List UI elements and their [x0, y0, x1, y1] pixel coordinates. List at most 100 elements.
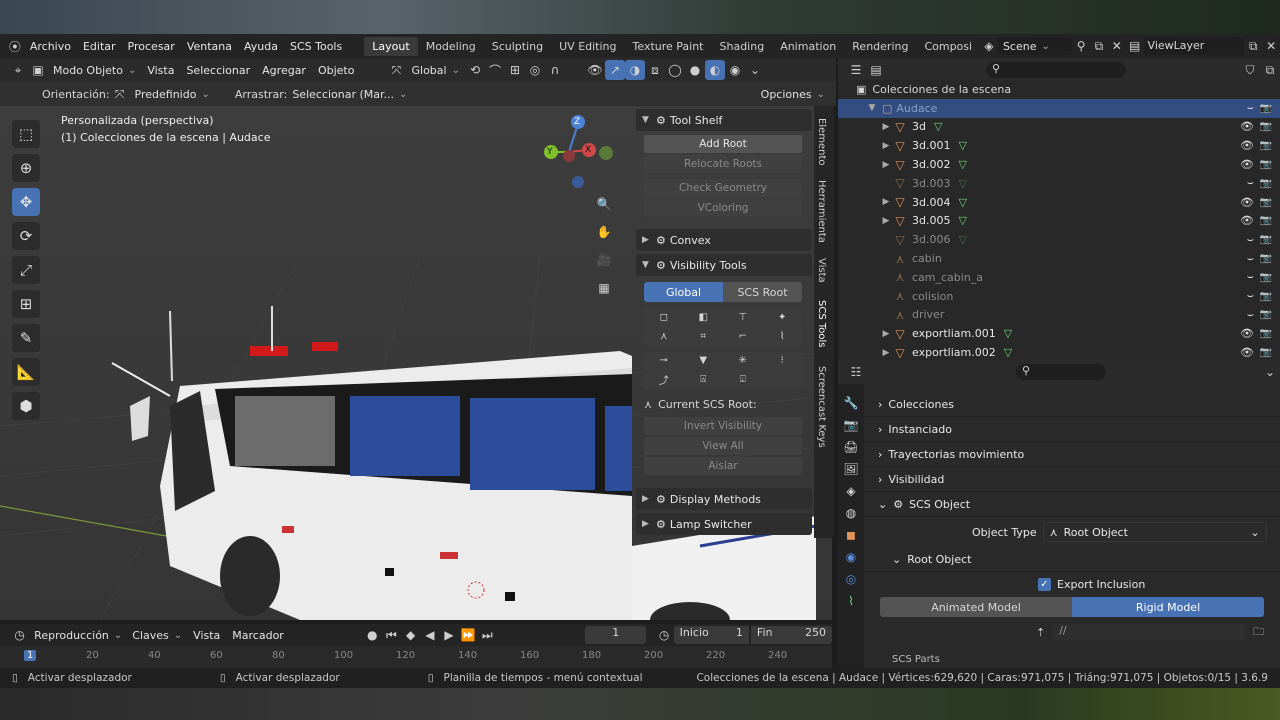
menu-marcador[interactable]: Marcador [226, 629, 290, 642]
menu-agregar[interactable]: Agregar [256, 64, 312, 77]
outliner-item[interactable]: ▶ ▽ 3d.005 ▽ 👁 📷 [838, 212, 1280, 231]
jump-start-icon[interactable]: ⏮ [382, 625, 401, 645]
rotate-icon[interactable]: ⟳ [12, 222, 40, 250]
outliner-item[interactable]: ▽ 3d.003 ▽ ⌣ 📷 [838, 174, 1280, 193]
chevron-right-icon[interactable]: ▶ [880, 329, 892, 339]
tab-scs-tools[interactable]: SCS Tools [816, 300, 827, 348]
new-scene-icon[interactable]: ⧉ [1090, 36, 1108, 56]
eye-icon[interactable]: ⌣ [1247, 252, 1254, 266]
scene-selector[interactable]: Scene [997, 37, 1073, 55]
snap-target-icon[interactable]: ⊞ [505, 60, 525, 80]
mesh-data-icon[interactable]: ▽ [958, 196, 966, 209]
mesh-data-icon[interactable]: ▽ [1004, 327, 1012, 340]
options-dropdown[interactable]: Opciones [756, 88, 830, 101]
shading-options-icon[interactable]: ⌄ [745, 60, 765, 80]
export-path-field[interactable]: // [1053, 624, 1245, 640]
eye-icon[interactable]: 👁 [1240, 327, 1254, 340]
outliner-search-field[interactable]: ⚲ [986, 62, 1126, 78]
eye-icon[interactable]: ⌣ [1247, 289, 1254, 303]
mesh-data-icon[interactable]: ▽ [934, 120, 942, 133]
eye-icon[interactable]: 👁 [1240, 214, 1254, 227]
outliner-item[interactable]: ▶ ▽ exportliam.001 ▽ 👁 📷 [838, 324, 1280, 343]
drag-dropdown[interactable]: Seleccionar (Mar... [287, 88, 412, 101]
tab-animation[interactable]: Animation [772, 37, 844, 56]
nav-curve-icon[interactable]: ⤴ [644, 372, 684, 387]
trigger-icon[interactable]: ▼ [684, 355, 724, 366]
add-root-button[interactable]: Add Root [644, 135, 802, 153]
camera-icon[interactable]: 📷 [1260, 234, 1272, 245]
orientation-dropdown[interactable]: Predefinido [130, 88, 215, 101]
sign-icon[interactable]: ✦ [763, 312, 803, 323]
menu-vista-timeline[interactable]: Vista [187, 629, 226, 642]
visibilidad-panel[interactable]: › Visibilidad [864, 467, 1280, 492]
delete-scene-icon[interactable]: ✕ [1108, 36, 1126, 56]
transform-dropdown[interactable]: Global [406, 64, 464, 77]
chevron-right-icon[interactable]: ▶ [880, 122, 892, 132]
pan-hand-icon[interactable]: ✋ [594, 222, 614, 242]
outliner-item[interactable]: ▽ 3d.006 ▽ ⌣ 📷 [838, 230, 1280, 249]
chevron-right-icon[interactable]: ▶ [880, 160, 892, 170]
zoom-icon[interactable]: 🔍 [594, 194, 614, 214]
mesh-data-icon[interactable]: ▽ [958, 214, 966, 227]
invert-visibility-button[interactable]: Invert Visibility [644, 417, 802, 435]
colecciones-panel[interactable]: › Colecciones [864, 392, 1280, 417]
tab-sculpting[interactable]: Sculpting [484, 37, 551, 56]
camera-icon[interactable]: 📷 [1260, 178, 1272, 189]
scene-collection-row[interactable]: ▣ Colecciones de la escena [838, 80, 1280, 99]
visibility-icon[interactable]: 👁 [585, 60, 605, 80]
collision-icon[interactable]: ⌗ [684, 331, 724, 342]
prefab-icon[interactable]: ⌐ [723, 331, 763, 342]
scs-parts-panel[interactable]: SCS Parts [864, 647, 1280, 668]
physics-icon[interactable]: ◎ [846, 572, 856, 586]
menu-scs-tools[interactable]: SCS Tools [284, 40, 348, 53]
trayectorias-panel[interactable]: › Trayectorias movimiento [864, 442, 1280, 467]
mesh-data-icon[interactable]: ▽ [958, 158, 966, 171]
tab-vista[interactable]: Vista [816, 258, 827, 283]
convex-header[interactable]: ▶ ⚙ Convex [636, 229, 812, 251]
eye-icon[interactable]: ⌣ [1247, 101, 1254, 115]
outliner-item[interactable]: ⋏ cam_cabin_a ⌣ 📷 [838, 268, 1280, 287]
global-button[interactable]: Global [644, 282, 723, 302]
outliner-item[interactable]: ▶ ▽ 3d.001 ▽ 👁 📷 [838, 136, 1280, 155]
camera-icon[interactable]: 📷 [1260, 328, 1272, 339]
pivot-icon[interactable]: ⟲ [465, 60, 485, 80]
mesh-data-icon[interactable]: ▽ [1004, 346, 1012, 359]
shading-rendered-icon[interactable]: ◉ [725, 60, 745, 80]
tab-rendering[interactable]: Rendering [844, 37, 916, 56]
camera-icon[interactable]: 📷 [1260, 215, 1272, 226]
render-icon[interactable]: 📷 [844, 418, 859, 432]
vcoloring-button[interactable]: VColoring [644, 199, 802, 217]
world-icon[interactable]: ◍ [846, 506, 856, 520]
display-mode-icon[interactable]: ▤ [866, 60, 886, 80]
current-frame-field[interactable]: 1 [585, 626, 647, 644]
eye-icon[interactable]: 👁 [1240, 346, 1254, 359]
falloff-icon[interactable]: ∩ [545, 60, 565, 80]
eye-icon[interactable]: 👁 [1240, 120, 1254, 133]
camera-icon[interactable]: 📷 [1260, 291, 1272, 302]
shading-material-icon[interactable]: ◐ [704, 60, 725, 80]
locator-icon[interactable]: ⋏ [644, 331, 684, 342]
tab-elemento[interactable]: Elemento [816, 118, 827, 166]
output-icon[interactable]: 🖨 [843, 440, 858, 454]
camera-icon[interactable]: 📷 [1260, 309, 1272, 320]
trigger-point-icon[interactable]: ⍗ [723, 374, 763, 385]
tab-modeling[interactable]: Modeling [418, 37, 484, 56]
eye-icon[interactable]: 👁 [1240, 158, 1254, 171]
properties-editor-icon[interactable]: ☷ [846, 362, 866, 382]
camera-icon[interactable]: 📷 [1260, 140, 1272, 151]
editor-type-icon[interactable]: ⌖ [8, 60, 28, 80]
measure-icon[interactable]: 📐 [12, 358, 40, 386]
animated-model-button[interactable]: Animated Model [880, 597, 1072, 617]
mesh-data-icon[interactable]: ▽ [958, 139, 966, 152]
annotate-icon[interactable]: ✎ [12, 324, 40, 352]
select-box-icon[interactable]: ⬚ [12, 120, 40, 148]
camera-icon[interactable]: 📷 [1260, 103, 1272, 114]
mesh-data-icon[interactable]: ▽ [958, 233, 966, 246]
map-point-icon[interactable]: ⍓ [684, 374, 724, 385]
xray-icon[interactable]: ⧈ [645, 60, 665, 80]
new-view-layer-icon[interactable]: ⧉ [1244, 36, 1262, 56]
scene-icon[interactable]: ◈ [980, 36, 998, 56]
menu-editar[interactable]: Editar [77, 40, 122, 53]
tab-compositing[interactable]: Composi [916, 37, 980, 56]
overlay-toggle-icon[interactable]: ◑ [624, 60, 645, 80]
